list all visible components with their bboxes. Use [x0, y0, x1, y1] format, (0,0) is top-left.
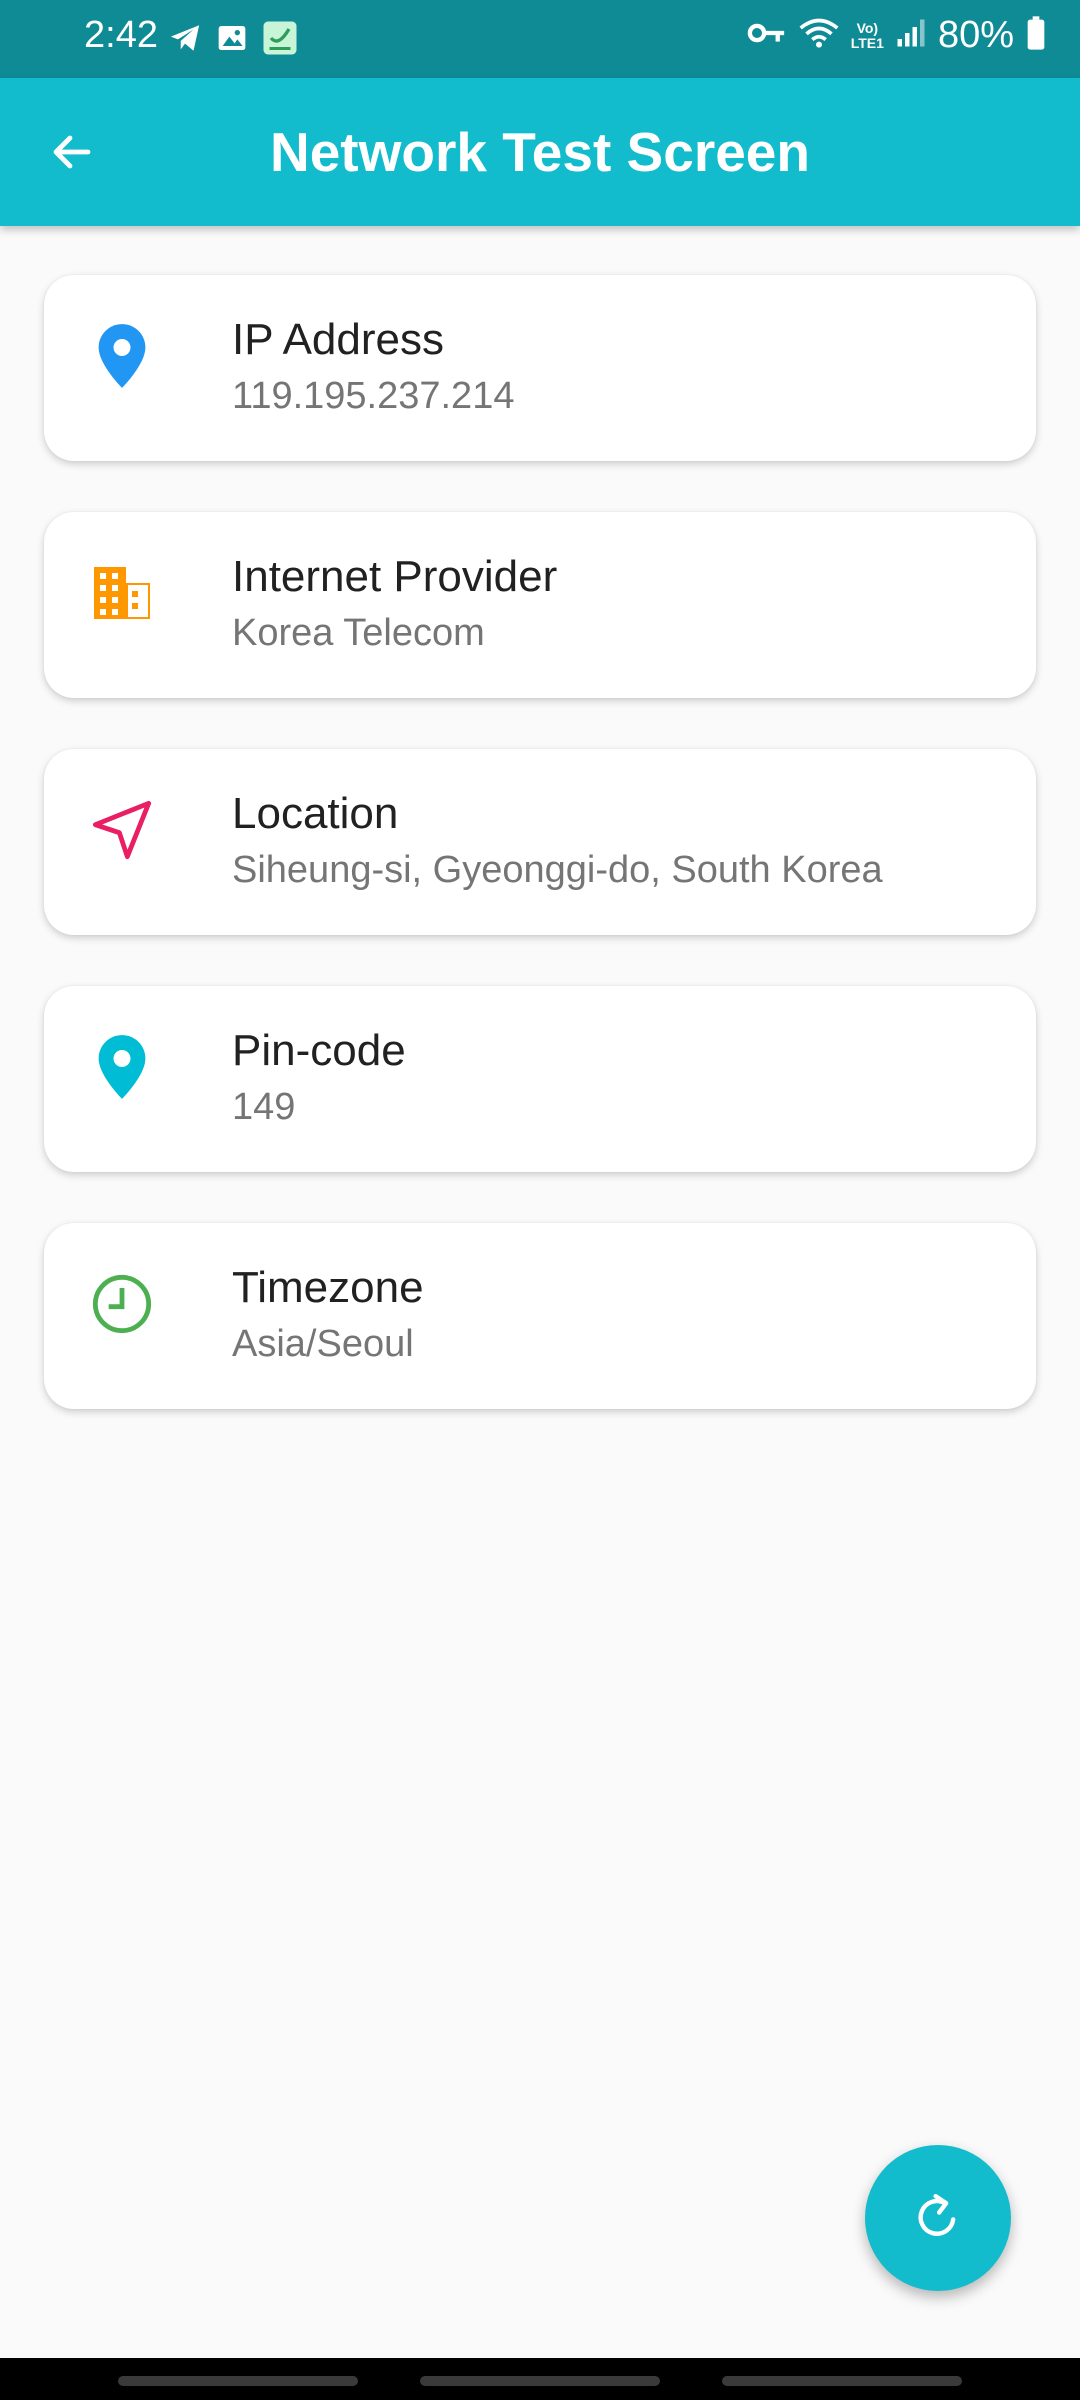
wifi-icon — [799, 16, 839, 55]
card-value: 119.195.237.214 — [232, 375, 515, 417]
battery-percent: 80% — [937, 14, 1014, 56]
gallery-icon — [216, 22, 248, 59]
status-bar: 2:42 Vo) LTE1 80% — [0, 0, 1080, 78]
app-bar: Network Test Screen — [0, 78, 1080, 226]
arrow-left-icon — [48, 128, 96, 181]
internet-provider-card: Internet Provider Korea Telecom — [44, 512, 1036, 698]
clock-icon — [86, 1268, 158, 1340]
map-pin-icon — [86, 320, 158, 392]
refresh-icon — [910, 2188, 966, 2249]
volte-label: Vo) — [856, 19, 879, 36]
location-card: Location Siheung-si, Gyeonggi-do, South … — [44, 749, 1036, 935]
card-value: Asia/Seoul — [232, 1323, 414, 1365]
card-value: Korea Telecom — [232, 612, 485, 654]
app-notification-icon — [262, 20, 298, 61]
lte-label: LTE1 — [850, 34, 884, 51]
timezone-card: Timezone Asia/Seoul — [44, 1223, 1036, 1409]
pin-code-card: Pin-code 149 — [44, 986, 1036, 1172]
status-time: 2:42 — [84, 14, 158, 56]
battery-icon — [1026, 16, 1046, 55]
status-right-icons: Vo) LTE1 80% — [747, 14, 1046, 57]
card-value: Siheung-si, Gyeonggi-do, South Korea — [232, 849, 883, 891]
nav-back-button[interactable] — [722, 2376, 962, 2386]
card-value: 149 — [232, 1086, 296, 1128]
signal-icon — [896, 18, 926, 53]
lte-indicator: Vo) LTE1 — [850, 19, 884, 51]
map-pin-icon — [86, 1031, 158, 1103]
card-title: Location — [232, 789, 399, 838]
system-navigation-bar — [0, 2358, 1080, 2400]
screen: 2:42 Vo) LTE1 80% Network Test Screen IP… — [0, 0, 1080, 2400]
refresh-button[interactable] — [865, 2145, 1011, 2291]
back-button[interactable] — [36, 118, 108, 190]
telegram-icon — [168, 21, 202, 60]
page-title: Network Test Screen — [269, 121, 810, 183]
info-card-list: IP Address 119.195.237.214 Internet Prov… — [44, 275, 1036, 1460]
card-title: IP Address — [232, 315, 444, 364]
navigation-arrow-icon — [86, 794, 158, 866]
nav-home-button[interactable] — [420, 2376, 660, 2386]
ip-address-card: IP Address 119.195.237.214 — [44, 275, 1036, 461]
vpn-key-icon — [747, 18, 787, 53]
nav-recents-button[interactable] — [118, 2376, 358, 2386]
notification-icons — [168, 20, 298, 61]
building-icon — [86, 557, 158, 629]
card-title: Pin-code — [232, 1026, 406, 1075]
card-title: Internet Provider — [232, 552, 558, 601]
card-title: Timezone — [232, 1263, 424, 1312]
